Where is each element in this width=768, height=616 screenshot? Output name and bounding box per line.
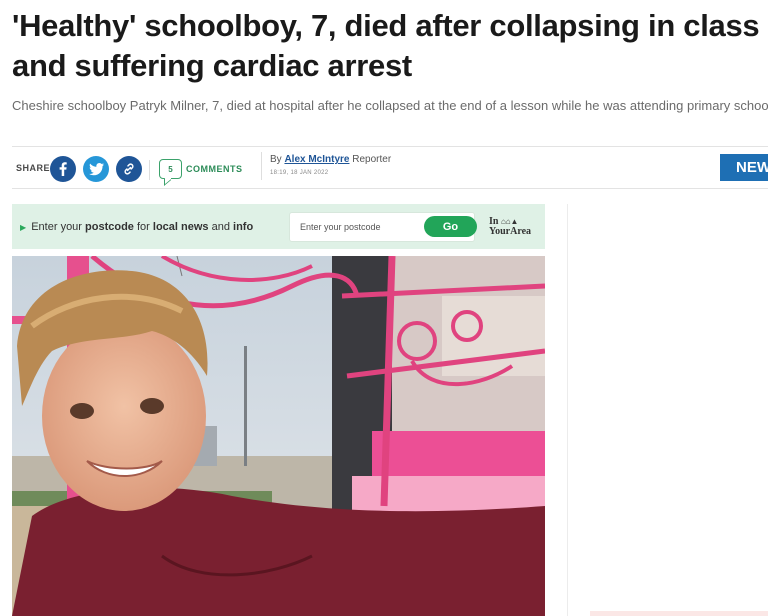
postcode-prompt: ▶ Enter your postcode for local news and…	[20, 221, 253, 233]
article-headline: 'Healthy' schoolboy, 7, died after colla…	[12, 8, 760, 83]
article-hero-image	[12, 256, 545, 616]
facebook-share-button[interactable]	[50, 156, 76, 182]
prompt-text: for	[137, 221, 150, 233]
byline-prefix: By	[270, 154, 282, 165]
divider	[12, 146, 768, 147]
postcode-widget: ▶ Enter your postcode for local news and…	[12, 204, 545, 249]
divider	[261, 152, 262, 180]
facebook-icon	[59, 162, 67, 176]
prompt-text-bold: postcode	[85, 221, 134, 233]
hero-photo-illustration	[12, 256, 545, 616]
copy-link-button[interactable]	[116, 156, 142, 182]
divider	[149, 160, 150, 180]
author-role: Reporter	[352, 154, 392, 165]
inyourarea-logo[interactable]: In ⌂⌂▲ YourArea	[489, 217, 531, 237]
prompt-text-bold: info	[233, 221, 254, 233]
byline: By Alex McIntyre Reporter	[270, 154, 391, 165]
comments-count-badge[interactable]: 5	[159, 159, 182, 179]
prompt-text-bold: local news	[152, 221, 209, 233]
house-icons: ⌂⌂▲	[500, 217, 519, 226]
postcode-go-button[interactable]: Go	[424, 216, 477, 237]
link-icon	[124, 163, 134, 175]
prompt-text: Enter your	[31, 221, 82, 233]
sidebar-ad-edge	[590, 611, 768, 616]
logo-text: YourArea	[489, 226, 532, 237]
twitter-share-button[interactable]	[83, 156, 109, 182]
article-standfirst: Cheshire schoolboy Patryk Milner, 7, die…	[12, 98, 768, 113]
divider	[12, 188, 768, 189]
share-label: SHARE	[16, 163, 51, 173]
sidebar-divider	[567, 204, 568, 616]
news-button[interactable]: NEW	[720, 154, 768, 181]
triangle-right-icon: ▶	[20, 223, 27, 232]
twitter-icon	[88, 162, 104, 175]
author-link[interactable]: Alex McIntyre	[284, 154, 349, 165]
publish-date: 18:19, 18 JAN 2022	[270, 170, 329, 176]
prompt-text: and	[211, 221, 230, 233]
comments-link[interactable]: COMMENTS	[186, 164, 243, 174]
